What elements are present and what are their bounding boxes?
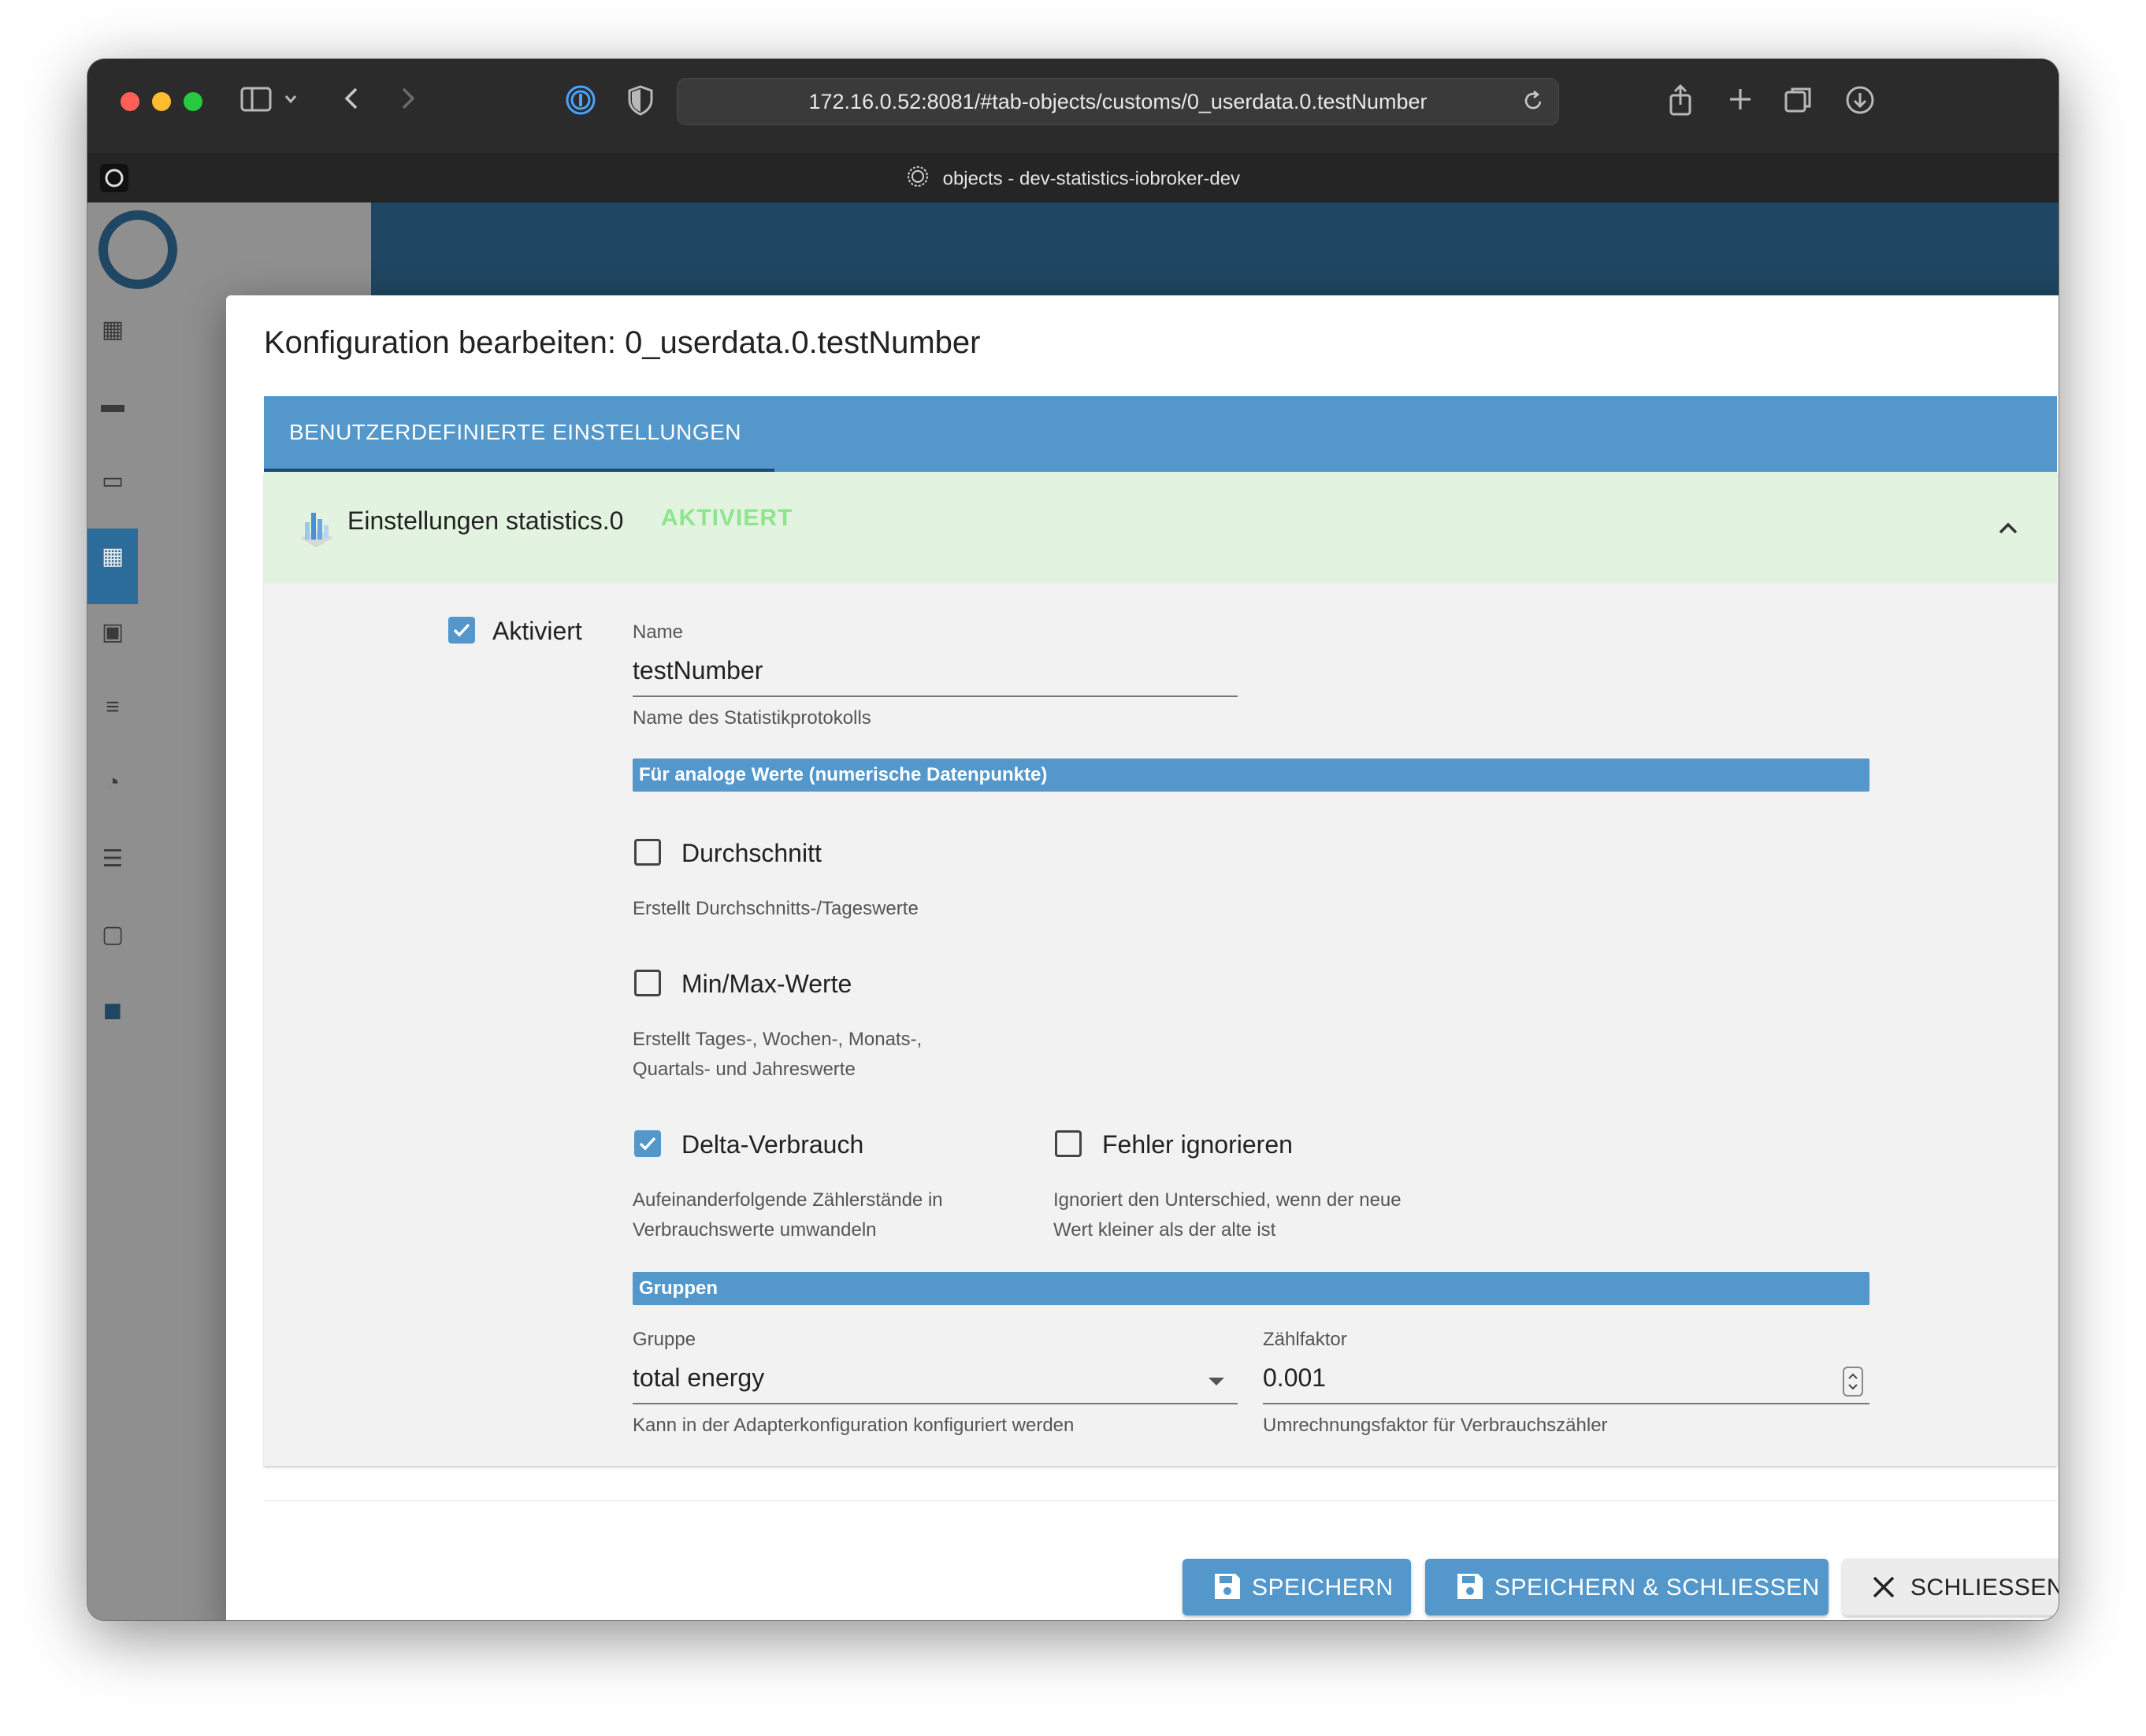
browser-toolbar: 172.16.0.52:8081/#tab-objects/customs/0_… <box>87 59 2059 154</box>
name-input-underline <box>633 696 1238 697</box>
save-close-label: SPEICHERN & SCHLIESSEN <box>1494 1575 1820 1601</box>
save-icon <box>1212 1571 1242 1608</box>
statistics-adapter-icon <box>297 505 336 549</box>
delta-label: Delta-Verbrauch <box>681 1130 864 1159</box>
divider <box>264 1500 2057 1501</box>
close-button[interactable]: SCHLIESSEN <box>1843 1559 2059 1615</box>
adapter-settings-panel: Einstellungen statistics.0 AKTIVIERT Akt… <box>264 472 2057 1466</box>
forward-icon[interactable] <box>396 84 420 120</box>
download-icon[interactable] <box>1843 84 1877 123</box>
adapter-title: Einstellungen statistics.0 <box>347 506 624 535</box>
delta-helper-1: Aufeinanderfolgende Zählerstände in <box>633 1189 943 1211</box>
browser-tab-bar: objects - dev-statistics-iobroker-dev <box>87 154 2059 202</box>
browser-window: 172.16.0.52:8081/#tab-objects/customs/0_… <box>87 59 2059 1620</box>
chevron-up-icon[interactable] <box>1994 514 2022 543</box>
save-close-button[interactable]: SPEICHERN & SCHLIESSEN <box>1425 1559 1829 1615</box>
nav-logs-icon: ▣ <box>101 619 124 645</box>
enabled-label: Aktiviert <box>492 617 582 645</box>
delta-checkbox[interactable] <box>634 1130 661 1157</box>
ignore-errors-checkbox[interactable] <box>1055 1130 1082 1157</box>
group-select-underline <box>633 1403 1238 1404</box>
dropdown-arrow-icon[interactable] <box>1208 1376 1225 1391</box>
settings-tabs: BENUTZERDEFINIERTE EINSTELLUNGEN <box>264 396 2057 472</box>
iobroker-favicon-icon <box>906 165 930 194</box>
new-tab-icon[interactable] <box>1723 86 1758 120</box>
nav-instances-icon: ▭ <box>101 468 124 494</box>
status-badge: AKTIVIERT <box>661 505 793 531</box>
minmax-checkbox[interactable] <box>634 970 661 996</box>
factor-input[interactable]: 0.001 <box>1263 1363 1814 1393</box>
name-input[interactable]: testNumber <box>633 656 1236 685</box>
active-tab[interactable]: objects - dev-statistics-iobroker-dev <box>87 165 2059 194</box>
chevron-down-icon[interactable] <box>281 86 300 120</box>
group-select[interactable]: total energy <box>633 1363 1184 1393</box>
nav-store-icon: ▬ <box>101 391 124 417</box>
dialog-title: Konfiguration bearbeiten: 0_userdata.0.t… <box>264 325 981 360</box>
name-label: Name <box>633 621 684 643</box>
tab-overview-icon[interactable] <box>1781 84 1816 123</box>
nav-users-icon: ◔ <box>105 770 121 796</box>
back-icon[interactable] <box>340 84 363 120</box>
nav-files-icon: ▢ <box>101 922 124 948</box>
app-header <box>371 202 2059 303</box>
average-helper: Erstellt Durchschnitts-/Tageswerte <box>633 898 919 919</box>
zoom-window-button[interactable] <box>184 92 202 111</box>
ignore-errors-helper-2: Wert kleiner als der alte ist <box>1053 1219 1276 1241</box>
name-helper: Name des Statistikprotokolls <box>633 707 871 729</box>
minmax-helper-2: Quartals- und Jahreswerte <box>633 1059 856 1080</box>
factor-input-underline <box>1263 1403 1869 1404</box>
minimize-window-button[interactable] <box>152 92 171 111</box>
nav-apps-icon: ▦ <box>101 317 124 343</box>
close-window-button[interactable] <box>121 92 139 111</box>
url-text: 172.16.0.52:8081/#tab-objects/customs/0_… <box>808 90 1428 113</box>
delta-helper-2: Verbrauchswerte umwandeln <box>633 1219 877 1241</box>
app-logo <box>98 210 177 289</box>
section-analog-header: Für analoge Werte (numerische Datenpunkt… <box>633 759 1869 792</box>
edit-config-dialog: Konfiguration bearbeiten: 0_userdata.0.t… <box>226 295 2059 1620</box>
factor-label: Zählfaktor <box>1263 1329 1347 1350</box>
ignore-errors-helper-1: Ignoriert den Unterschied, wenn der neue <box>1053 1189 1402 1211</box>
group-label: Gruppe <box>633 1329 696 1350</box>
shield-icon[interactable] <box>623 84 658 123</box>
panel-header[interactable]: Einstellungen statistics.0 AKTIVIERT <box>264 472 2057 584</box>
nav-scripts-icon: ◼ <box>102 997 123 1023</box>
save-label: SPEICHERN <box>1252 1575 1394 1601</box>
tab-title: objects - dev-statistics-iobroker-dev <box>942 168 1241 190</box>
save-button[interactable]: SPEICHERN <box>1183 1559 1411 1615</box>
tab-custom-settings[interactable]: BENUTZERDEFINIERTE EINSTELLUNGEN <box>264 396 774 472</box>
factor-helper: Umrechnungsfaktor für Verbrauchszähler <box>1263 1415 1608 1436</box>
minmax-label: Min/Max-Werte <box>681 970 852 998</box>
save-icon <box>1455 1571 1485 1608</box>
ignore-errors-label: Fehler ignorieren <box>1102 1130 1293 1159</box>
password-manager-icon[interactable] <box>563 84 598 123</box>
nav-hosts-icon: ☰ <box>102 846 124 872</box>
number-stepper-icon[interactable] <box>1843 1367 1863 1397</box>
sidebar-toggle-icon[interactable] <box>239 86 273 120</box>
group-helper: Kann in der Adapterkonfiguration konfigu… <box>633 1415 1075 1436</box>
minmax-helper-1: Erstellt Tages-, Wochen-, Monats-, <box>633 1029 923 1050</box>
nav-objects-icon: ▦ <box>101 543 124 569</box>
close-icon <box>1871 1575 1896 1606</box>
reload-icon[interactable] <box>1520 85 1547 124</box>
section-groups-header: Gruppen <box>633 1272 1869 1305</box>
average-checkbox[interactable] <box>634 839 661 866</box>
nav-list-icon: ≡ <box>106 694 120 720</box>
average-label: Durchschnitt <box>681 839 822 867</box>
close-label: SCHLIESSEN <box>1910 1575 2059 1601</box>
enabled-checkbox[interactable] <box>448 617 475 644</box>
address-bar[interactable]: 172.16.0.52:8081/#tab-objects/customs/0_… <box>677 78 1559 125</box>
share-icon[interactable] <box>1663 83 1698 124</box>
